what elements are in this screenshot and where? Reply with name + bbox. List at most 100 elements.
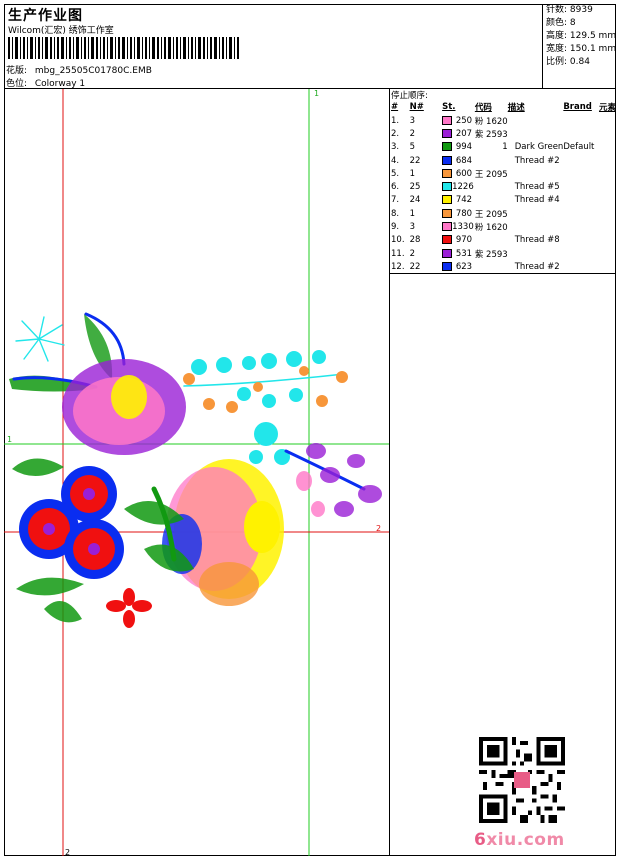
table-row: 4. 22 684 Thread #2 [390, 154, 616, 167]
cell-element [599, 220, 616, 233]
stitch-count: 780 [455, 208, 473, 219]
cell-description [508, 247, 564, 260]
cell-swatch-stitches: 970 [442, 234, 475, 247]
cell-needle: 1 [409, 168, 415, 179]
cell-brand [563, 260, 599, 273]
col-stitches: St. [442, 102, 456, 112]
cell-index: 4. [391, 155, 400, 166]
cell-element [599, 180, 616, 193]
stitch-count: 684 [455, 155, 473, 166]
cell-index: 6. [391, 182, 400, 193]
colorway-label: 色位: [6, 79, 28, 89]
cell-code: 粉 1620 [474, 223, 508, 234]
design-canvas: 1 1 2 2 [4, 89, 390, 856]
stitch-count: 623 [455, 261, 473, 272]
color-swatch [442, 182, 453, 192]
cell-swatch-stitches: 994 [442, 141, 475, 154]
stitch-count: 742 [455, 195, 473, 206]
cell-index: 11. [391, 248, 405, 259]
stitch-count: 207 [455, 128, 473, 139]
header: 生产作业图 Wilcom(汇宏) 绣饰工作室 花版: mbg_25505C017… [4, 4, 616, 89]
table-row: 11. 2 531 紫 2593 [390, 247, 616, 260]
cell-swatch-stitches: 623 [442, 260, 475, 273]
cell-swatch-stitches: 742 [442, 194, 475, 207]
cell-needle: 28 [409, 235, 421, 246]
cell-description: Thread #5 [514, 182, 560, 193]
cell-index: 9. [391, 222, 400, 233]
cell-code [475, 194, 508, 207]
cell-element [599, 260, 616, 273]
cell-description [508, 114, 564, 127]
page-title: 生产作业图 [8, 8, 83, 24]
guide-label-v2: 2 [65, 848, 70, 856]
stitch-count: 250 [455, 115, 473, 126]
cell-brand [563, 220, 599, 233]
cell-index: 8. [391, 208, 400, 219]
color-swatch [442, 168, 453, 178]
stat-width: 宽度: 150.1 mm [546, 44, 617, 54]
cell-element [599, 247, 616, 260]
cell-code [475, 260, 508, 273]
stop-sequence-panel: 停止顺序: # N# St. 代码 描述 Brand 元素 1. 3 250 粉 16… [390, 89, 616, 274]
cell-needle: 2 [409, 248, 415, 259]
col-description: 描述 [507, 103, 525, 113]
cell-swatch-stitches: 531 [442, 247, 475, 260]
cell-needle: 24 [409, 195, 421, 206]
cell-swatch-stitches: 600 [442, 167, 475, 180]
cell-element [599, 141, 616, 154]
cell-element [599, 167, 616, 180]
cell-brand [563, 234, 599, 247]
cell-swatch-stitches: 207 [442, 127, 475, 140]
cell-description: Thread #8 [514, 235, 560, 246]
cell-swatch-stitches: 250 [442, 114, 475, 127]
stop-sequence-table: # N# St. 代码 描述 Brand 元素 1. 3 250 粉 1620 2. 2 2… [390, 100, 616, 274]
cell-description [508, 167, 564, 180]
table-row: 8. 1 780 王 2095 [390, 207, 616, 220]
cell-brand [563, 114, 599, 127]
cell-needle: 22 [409, 261, 421, 272]
cell-swatch-stitches: 1330 [442, 220, 475, 233]
cell-description [508, 220, 564, 233]
cell-description: Thread #2 [514, 261, 560, 272]
cell-needle: 2 [409, 128, 415, 139]
stitch-count: 970 [455, 235, 473, 246]
cell-index: 2. [391, 128, 400, 139]
color-swatch [442, 155, 453, 165]
cell-code: 紫 2593 [474, 249, 508, 260]
cell-code [475, 180, 508, 193]
cell-description: Dark Green [514, 142, 564, 153]
guide-label-h1: 1 [7, 435, 12, 444]
cell-brand [563, 127, 599, 140]
cell-description [508, 127, 564, 140]
cell-index: 10. [391, 235, 405, 246]
cell-brand: Default [563, 142, 595, 153]
stitch-count: 531 [455, 248, 473, 259]
cell-code: 紫 2593 [474, 129, 508, 140]
color-swatch [442, 195, 453, 205]
cell-brand [563, 247, 599, 260]
table-row: 2. 2 207 紫 2593 [390, 127, 616, 140]
color-swatch [442, 248, 453, 258]
design-file-label: 花版: [6, 66, 28, 76]
table-row: 3. 5 994 1 Dark Green Default [390, 141, 616, 154]
guide-label-v1: 1 [314, 89, 319, 98]
cell-code: 王 2095 [474, 209, 508, 220]
table-row: 1. 3 250 粉 1620 [390, 114, 616, 127]
company-name: Wilcom(汇宏) 绣饰工作室 [8, 26, 114, 36]
table-row: 6. 25 1226 Thread #5 [390, 180, 616, 193]
cell-code: 粉 1620 [474, 116, 508, 127]
stitch-count: 994 [455, 142, 473, 153]
site-watermark: 6xiu.com [474, 830, 565, 850]
color-swatch [442, 142, 453, 152]
cell-element [599, 207, 616, 220]
cell-needle: 25 [409, 182, 421, 193]
stat-height: 高度: 129.5 mm [546, 31, 617, 41]
cell-needle: 3 [409, 115, 415, 126]
table-row: 12. 22 623 Thread #2 [390, 260, 616, 273]
col-brand: Brand [563, 102, 592, 112]
cell-swatch-stitches: 684 [442, 154, 475, 167]
cell-index: 12. [391, 261, 405, 272]
cell-code: 王 2095 [474, 169, 508, 180]
table-row: 9. 3 1330 粉 1620 [390, 220, 616, 233]
colorway-row: 色位: Colorway 1 [6, 76, 85, 89]
